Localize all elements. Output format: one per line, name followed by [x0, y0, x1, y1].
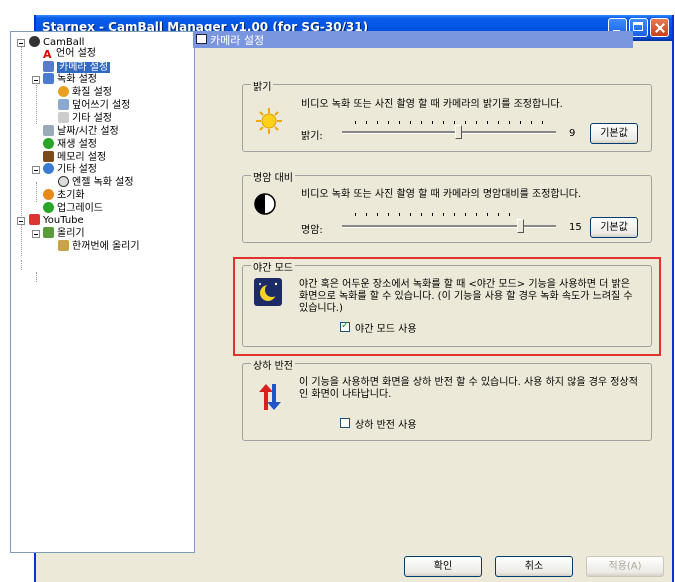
brightness-slider-thumb[interactable] [455, 125, 462, 139]
contrast-description: 비디오 녹화 또는 사진 촬영 할 때 카메라의 명암대비를 조정합니다. [301, 189, 582, 200]
close-button[interactable] [650, 18, 669, 37]
camball-icon [29, 36, 40, 47]
contrast-default-button[interactable]: 기본값 [590, 217, 638, 238]
camera-icon [196, 34, 207, 44]
highlight-frame [233, 257, 661, 356]
angel-icon [58, 176, 69, 187]
tree-collapse-misc[interactable] [32, 166, 40, 174]
tree-item-datetime[interactable]: 날짜/시간 설정 [43, 125, 119, 137]
flip-arrows-icon [259, 384, 281, 410]
clock-icon [43, 125, 54, 136]
batch-upload-icon [58, 240, 69, 251]
tree-item-settings[interactable]: 기타 설정 [43, 163, 97, 175]
brightness-label: 밝기: [301, 131, 323, 142]
brightness-description: 비디오 녹화 또는 사진 촬영 할 때 카메라의 밝기를 조정합니다. [301, 99, 563, 110]
tree-collapse-camball[interactable] [17, 39, 25, 47]
settings-tree[interactable]: CamBall A 언어 설정 카메라 설정 녹화 설정 화질 설정 덮어쓰기 설… [10, 31, 195, 553]
misc-icon [58, 112, 69, 123]
panel-title: 카메라 설정 [210, 34, 265, 47]
flip-title: 상하 반전 [251, 357, 295, 372]
sun-icon [256, 108, 282, 134]
tree-item-upload[interactable]: 올리기 [43, 227, 85, 239]
tree-item-angel[interactable]: 엔젤 녹화 설정 [58, 176, 134, 188]
brightness-value: 9 [569, 128, 576, 139]
tree-item-quality[interactable]: 화질 설정 [58, 86, 112, 98]
tree-item-camball[interactable]: CamBall [29, 36, 84, 48]
memory-icon [43, 151, 54, 162]
tree-item-misc[interactable]: 기타 설정 [58, 112, 112, 124]
contrast-icon [254, 193, 276, 215]
tree-item-memory[interactable]: 메모리 설정 [43, 151, 106, 163]
upgrade-icon [43, 202, 54, 213]
brightness-title: 밝기 [251, 78, 274, 93]
flip-checkbox-label[interactable]: 상하 반전 사용 [355, 416, 417, 431]
flip-description: 이 기능을 사용하면 화면을 상하 반전 할 수 있습니다. 사용 하지 않을 … [299, 377, 638, 400]
brightness-slider-track[interactable] [342, 131, 556, 134]
tree-collapse-youtube[interactable] [17, 217, 25, 225]
contrast-label: 명암: [301, 225, 323, 236]
youtube-icon [29, 214, 40, 225]
tree-item-record[interactable]: 녹화 설정 [43, 73, 97, 85]
tree-item-batch-upload[interactable]: 한꺼번에 올리기 [58, 240, 140, 252]
tree-item-camera[interactable]: 카메라 설정 [43, 61, 111, 73]
tree-item-playback[interactable]: 재생 설정 [43, 138, 97, 150]
settings-icon [43, 163, 54, 174]
reset-icon [43, 189, 54, 200]
upload-icon [43, 227, 54, 238]
brightness-default-button[interactable]: 기본값 [590, 123, 638, 144]
flip-group: 상하 반전 [242, 357, 652, 441]
tree-item-reset[interactable]: 초기화 [43, 189, 85, 201]
cancel-button[interactable]: 취소 [495, 556, 573, 577]
camera-icon [43, 61, 54, 72]
quality-icon [58, 86, 69, 97]
record-icon [43, 73, 54, 84]
contrast-title: 명암 대비 [251, 169, 295, 184]
tree-item-language[interactable]: A 언어 설정 [43, 48, 96, 61]
tree-item-overwrite[interactable]: 덮어쓰기 설정 [58, 99, 130, 111]
flip-checkbox[interactable] [340, 418, 350, 428]
tree-item-youtube[interactable]: YouTube [29, 214, 84, 226]
ok-button[interactable]: 확인 [404, 556, 482, 577]
contrast-slider-thumb[interactable] [517, 219, 524, 233]
play-icon [43, 138, 54, 149]
contrast-value: 15 [569, 222, 582, 233]
tree-item-upgrade[interactable]: 업그레이드 [43, 202, 103, 214]
tree-collapse-upload[interactable] [32, 230, 40, 238]
panel-header: 카메라 설정 [193, 31, 633, 48]
language-icon: A [43, 48, 52, 61]
overwrite-icon [58, 99, 69, 110]
tree-collapse-record[interactable] [32, 76, 40, 84]
apply-button[interactable]: 적용(A) [586, 556, 664, 577]
